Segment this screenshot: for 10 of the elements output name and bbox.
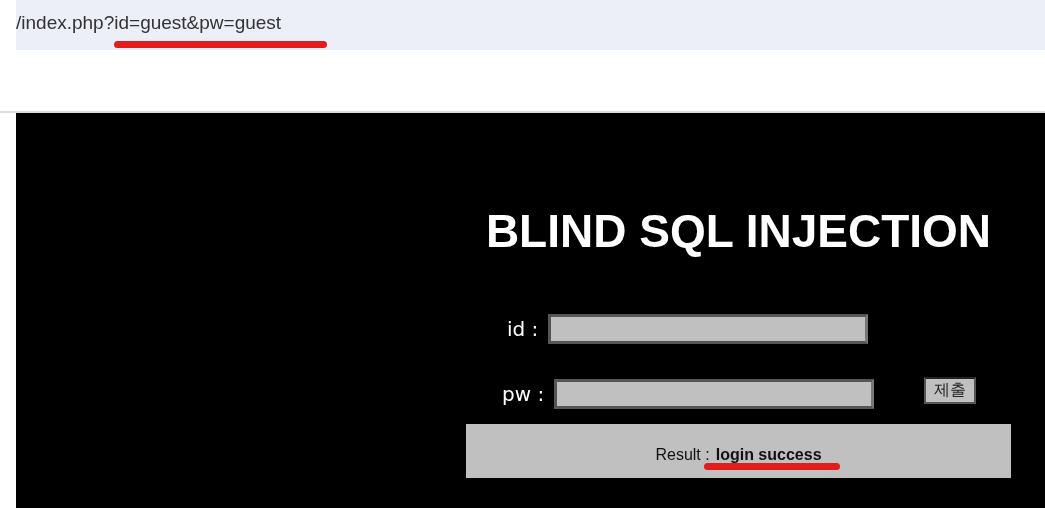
pw-input-field[interactable] [554,379,875,409]
url-text: /index.php?id=guest&pw=guest [16,12,282,34]
id-input-field[interactable] [548,314,869,344]
field-label: id : [507,317,539,341]
page-title: BLIND SQL INJECTION [484,204,993,259]
submit-button[interactable]: 제출 [924,376,977,404]
result-label: Result : [655,446,710,464]
address-bar[interactable]: /index.php?id=guest&pw=guest [16,0,1045,50]
field-label: pw : [502,382,545,406]
result-value: login success [715,446,822,464]
